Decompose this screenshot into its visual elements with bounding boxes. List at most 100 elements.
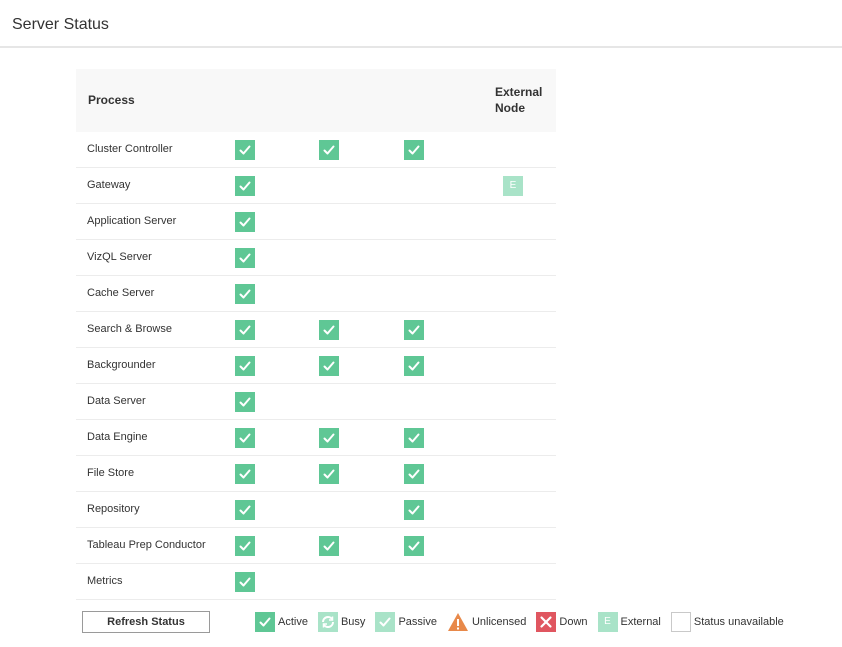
legend-label: Passive (398, 616, 437, 628)
node-1-status (235, 320, 255, 340)
node-2-status (319, 428, 339, 448)
legend-label: Unlicensed (471, 616, 527, 628)
node-1-status (235, 140, 255, 160)
active-check-icon (319, 320, 339, 340)
external-e-icon: E (503, 176, 523, 196)
table-row: VizQL Server (76, 240, 556, 276)
column-header-process: Process (88, 93, 135, 107)
node-3-status (404, 320, 424, 340)
active-check-icon (319, 428, 339, 448)
node-1-status (235, 248, 255, 268)
active-check-icon (235, 140, 255, 160)
node-3-status (404, 536, 424, 556)
table-row: Backgrounder (76, 348, 556, 384)
table-row: Data Engine (76, 420, 556, 456)
table-row: Data Server (76, 384, 556, 420)
active-check-icon (235, 464, 255, 484)
table-row: Metrics (76, 564, 556, 600)
active-check-icon (235, 248, 255, 268)
column-header-external-node: External Node (495, 85, 543, 115)
active-check-icon (404, 428, 424, 448)
legend-label: Busy (340, 616, 366, 628)
active-check-icon (319, 140, 339, 160)
active-check-icon (319, 464, 339, 484)
footer: Refresh Status Active Busy Passive Unlicens… (0, 608, 842, 638)
table-body: Cluster Controller Gateway E Application Se… (76, 132, 556, 600)
active-check-icon (404, 356, 424, 376)
process-name: Backgrounder (87, 359, 156, 371)
active-check-icon (235, 284, 255, 304)
refresh-status-button[interactable]: Refresh Status (82, 611, 210, 633)
table-row: Application Server (76, 204, 556, 240)
active-check-icon (235, 392, 255, 412)
external-node-status: E (503, 176, 523, 196)
node-2-status (319, 356, 339, 376)
legend-item-active: Active (255, 612, 308, 632)
legend-item-down: Down (536, 612, 588, 632)
node-1-status (235, 428, 255, 448)
active-check-icon (235, 536, 255, 556)
active-check-icon (404, 140, 424, 160)
process-name: Repository (87, 503, 140, 515)
active-check-icon (319, 536, 339, 556)
table-row: Cluster Controller (76, 132, 556, 168)
process-name: Metrics (87, 575, 123, 587)
process-name: Data Engine (87, 431, 148, 443)
active-check-icon (319, 356, 339, 376)
active-check-icon (404, 464, 424, 484)
process-name: Data Server (87, 395, 146, 407)
table-row: Tableau Prep Conductor (76, 528, 556, 564)
page-header: Server Status (0, 0, 842, 48)
table-row: File Store (76, 456, 556, 492)
node-3-status (404, 428, 424, 448)
table-row: Search & Browse (76, 312, 556, 348)
node-3-status (404, 356, 424, 376)
active-check-icon (235, 212, 255, 232)
legend-label: Status unavailable (693, 616, 784, 628)
active-check-icon (404, 500, 424, 520)
table-row: Cache Server (76, 276, 556, 312)
table-row: Repository (76, 492, 556, 528)
node-1-status (235, 572, 255, 592)
legend-label: Down (559, 616, 588, 628)
status-legend: Active Busy Passive Unlicensed Down E External… (255, 612, 794, 632)
unlicensed-warning-icon (447, 612, 469, 632)
process-name: VizQL Server (87, 251, 152, 263)
server-status-table: Process External Node Cluster Controller… (76, 69, 556, 600)
page-title: Server Status (12, 16, 109, 33)
legend-label: External (620, 616, 661, 628)
process-name: Gateway (87, 179, 131, 191)
passive-check-icon (375, 612, 396, 632)
external-e-icon: E (597, 612, 618, 632)
active-check-icon (235, 500, 255, 520)
table-row: Gateway E (76, 168, 556, 204)
legend-item-unavailable: Status unavailable (670, 612, 784, 632)
down-x-icon (536, 612, 557, 632)
process-name: File Store (87, 467, 135, 479)
node-3-status (404, 464, 424, 484)
legend-item-external: E External (597, 612, 661, 632)
unavailable-empty-icon (670, 612, 691, 632)
process-name: Search & Browse (87, 323, 172, 335)
node-1-status (235, 176, 255, 196)
node-1-status (235, 464, 255, 484)
node-1-status (235, 500, 255, 520)
active-check-icon (235, 572, 255, 592)
active-check-icon (235, 356, 255, 376)
process-name: Cache Server (87, 287, 155, 299)
legend-item-unlicensed: Unlicensed (447, 612, 526, 632)
process-name: Cluster Controller (87, 143, 173, 155)
node-1-status (235, 356, 255, 376)
node-1-status (235, 284, 255, 304)
process-name: Tableau Prep Conductor (87, 539, 206, 551)
active-check-icon (404, 320, 424, 340)
active-check-icon (255, 612, 275, 632)
node-3-status (404, 500, 424, 520)
busy-refresh-icon (317, 612, 338, 632)
legend-label: Active (278, 616, 308, 628)
active-check-icon (235, 320, 255, 340)
table-header: Process External Node (76, 69, 556, 132)
process-name: Application Server (87, 215, 177, 227)
node-2-status (319, 140, 339, 160)
node-1-status (235, 536, 255, 556)
